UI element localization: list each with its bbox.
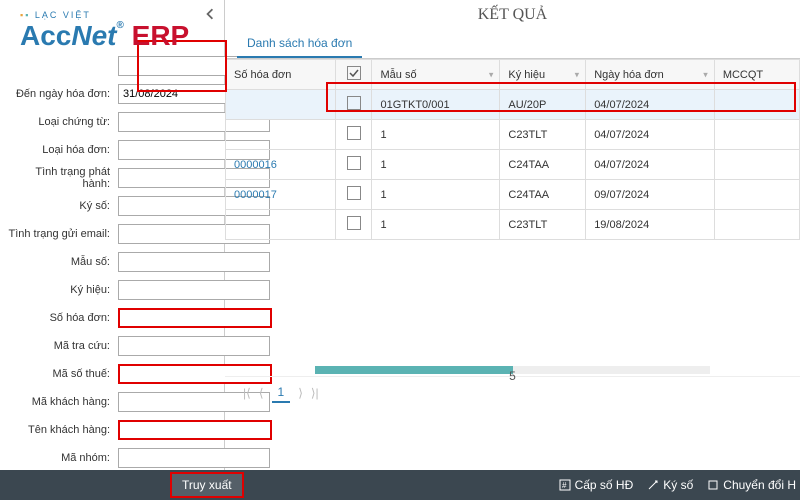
cell-so-hoadon — [226, 210, 336, 240]
table-row[interactable]: 1C23TLT04/07/2024 — [226, 120, 800, 150]
assign-invoice-number-button[interactable]: # Cấp số HĐ — [559, 478, 634, 492]
row-checkbox[interactable] — [336, 210, 372, 240]
filter-label: Mã số thuế: — [8, 368, 118, 380]
filter-label: Ký số: — [8, 200, 118, 212]
cell-so-hoadon: 0000017 — [226, 180, 336, 210]
table-row[interactable]: 1C23TLT19/08/2024 — [226, 210, 800, 240]
cell-ngay: 04/07/2024 — [586, 90, 715, 120]
cell-so-hoadon: 0000016 — [226, 150, 336, 180]
col-ngay-hoadon[interactable]: Ngày hóa đơn▾ — [586, 60, 715, 90]
svg-text:#: # — [562, 481, 567, 490]
cell-mau-so: 1 — [372, 120, 500, 150]
filter-label: Số hóa đơn: — [8, 312, 118, 324]
filter-label: Mã tra cứu: — [8, 340, 118, 352]
row-checkbox[interactable] — [336, 90, 372, 120]
tab-invoice-list[interactable]: Danh sách hóa đơn — [237, 30, 362, 58]
cell-mau-so: 1 — [372, 150, 500, 180]
row-checkbox[interactable] — [336, 180, 372, 210]
cell-mccqt — [714, 180, 799, 210]
search-button[interactable]: Truy xuất — [170, 472, 244, 498]
filter-label: Mã khách hàng: — [8, 396, 118, 408]
cell-ngay: 19/08/2024 — [586, 210, 715, 240]
cell-mau-so: 01GTKT0/001 — [372, 90, 500, 120]
filter-label: Mẫu số: — [8, 256, 118, 268]
col-select-all[interactable] — [336, 60, 372, 90]
row-checkbox[interactable] — [336, 120, 372, 150]
page-next-icon[interactable]: ⟩ — [298, 386, 303, 400]
cell-ky-hieu: AU/20P — [500, 90, 586, 120]
cell-mccqt — [714, 90, 799, 120]
cell-mccqt — [714, 210, 799, 240]
footer-bar: Truy xuất # Cấp số HĐ Ký số Chuyển đổi H — [0, 470, 800, 500]
cell-ngay: 04/07/2024 — [586, 150, 715, 180]
cell-ky-hieu: C23TLT — [500, 210, 586, 240]
filter-label: Tình trạng phát hành: — [8, 166, 118, 190]
page-prev-icon[interactable]: ⟨ — [259, 386, 264, 400]
filter-label: Loại hóa đơn: — [8, 144, 118, 156]
col-ky-hieu[interactable]: Ký hiệu▾ — [500, 60, 586, 90]
filter-label: Loại chứng từ: — [8, 116, 118, 128]
result-title: KẾT QUẢ — [225, 6, 800, 24]
digital-sign-button[interactable]: Ký số — [647, 478, 693, 492]
cell-mccqt — [714, 150, 799, 180]
cell-so-hoadon — [226, 90, 336, 120]
collapse-sidebar-icon[interactable] — [204, 8, 216, 23]
convert-button[interactable]: Chuyển đổi H — [707, 478, 796, 492]
filter-label: Tên khách hàng: — [8, 424, 118, 436]
cell-ngay: 04/07/2024 — [586, 120, 715, 150]
table-row[interactable]: 0000016 1C24TAA04/07/2024 — [226, 150, 800, 180]
col-mau-so[interactable]: Mẫu số▾ — [372, 60, 500, 90]
filter-label: Mã nhóm: — [8, 452, 118, 464]
app-logo: ▪▪ LẠC VIỆT AccNet® ERP — [20, 10, 189, 52]
cell-ky-hieu: C23TLT — [500, 120, 586, 150]
page-last-icon[interactable]: ⟩| — [311, 386, 319, 400]
col-mccqt[interactable]: MCCQT — [714, 60, 799, 90]
date-to-label: Đến ngày hóa đơn: — [8, 88, 118, 100]
invoice-table: Số hóa đơn Mẫu số▾ Ký hiệu▾ Ngày hóa đơn… — [225, 59, 800, 240]
cell-ngay: 09/07/2024 — [586, 180, 715, 210]
table-row[interactable]: 01GTKT0/001AU/20P04/07/2024 — [226, 90, 800, 120]
pagination: 5 |⟨ ⟨ 1 ⟩ ⟩| — [225, 376, 800, 409]
page-first-icon[interactable]: |⟨ — [243, 386, 251, 400]
cell-mau-so: 1 — [372, 180, 500, 210]
filter-sidebar: Đến ngày hóa đơn: Loại chứng từ: Loại hóa… — [0, 0, 225, 470]
cell-ky-hieu: C24TAA — [500, 180, 586, 210]
row-checkbox[interactable] — [336, 150, 372, 180]
page-total: 5 — [509, 369, 516, 383]
cell-mau-so: 1 — [372, 210, 500, 240]
cell-so-hoadon — [226, 120, 336, 150]
cell-mccqt — [714, 120, 799, 150]
table-row[interactable]: 0000017 1C24TAA09/07/2024 — [226, 180, 800, 210]
filter-label: Tình trạng gửi email: — [8, 228, 118, 240]
filter-label: Ký hiệu: — [8, 284, 118, 296]
page-current: 1 — [272, 383, 291, 403]
col-so-hoadon[interactable]: Số hóa đơn — [226, 60, 336, 90]
cell-ky-hieu: C24TAA — [500, 150, 586, 180]
